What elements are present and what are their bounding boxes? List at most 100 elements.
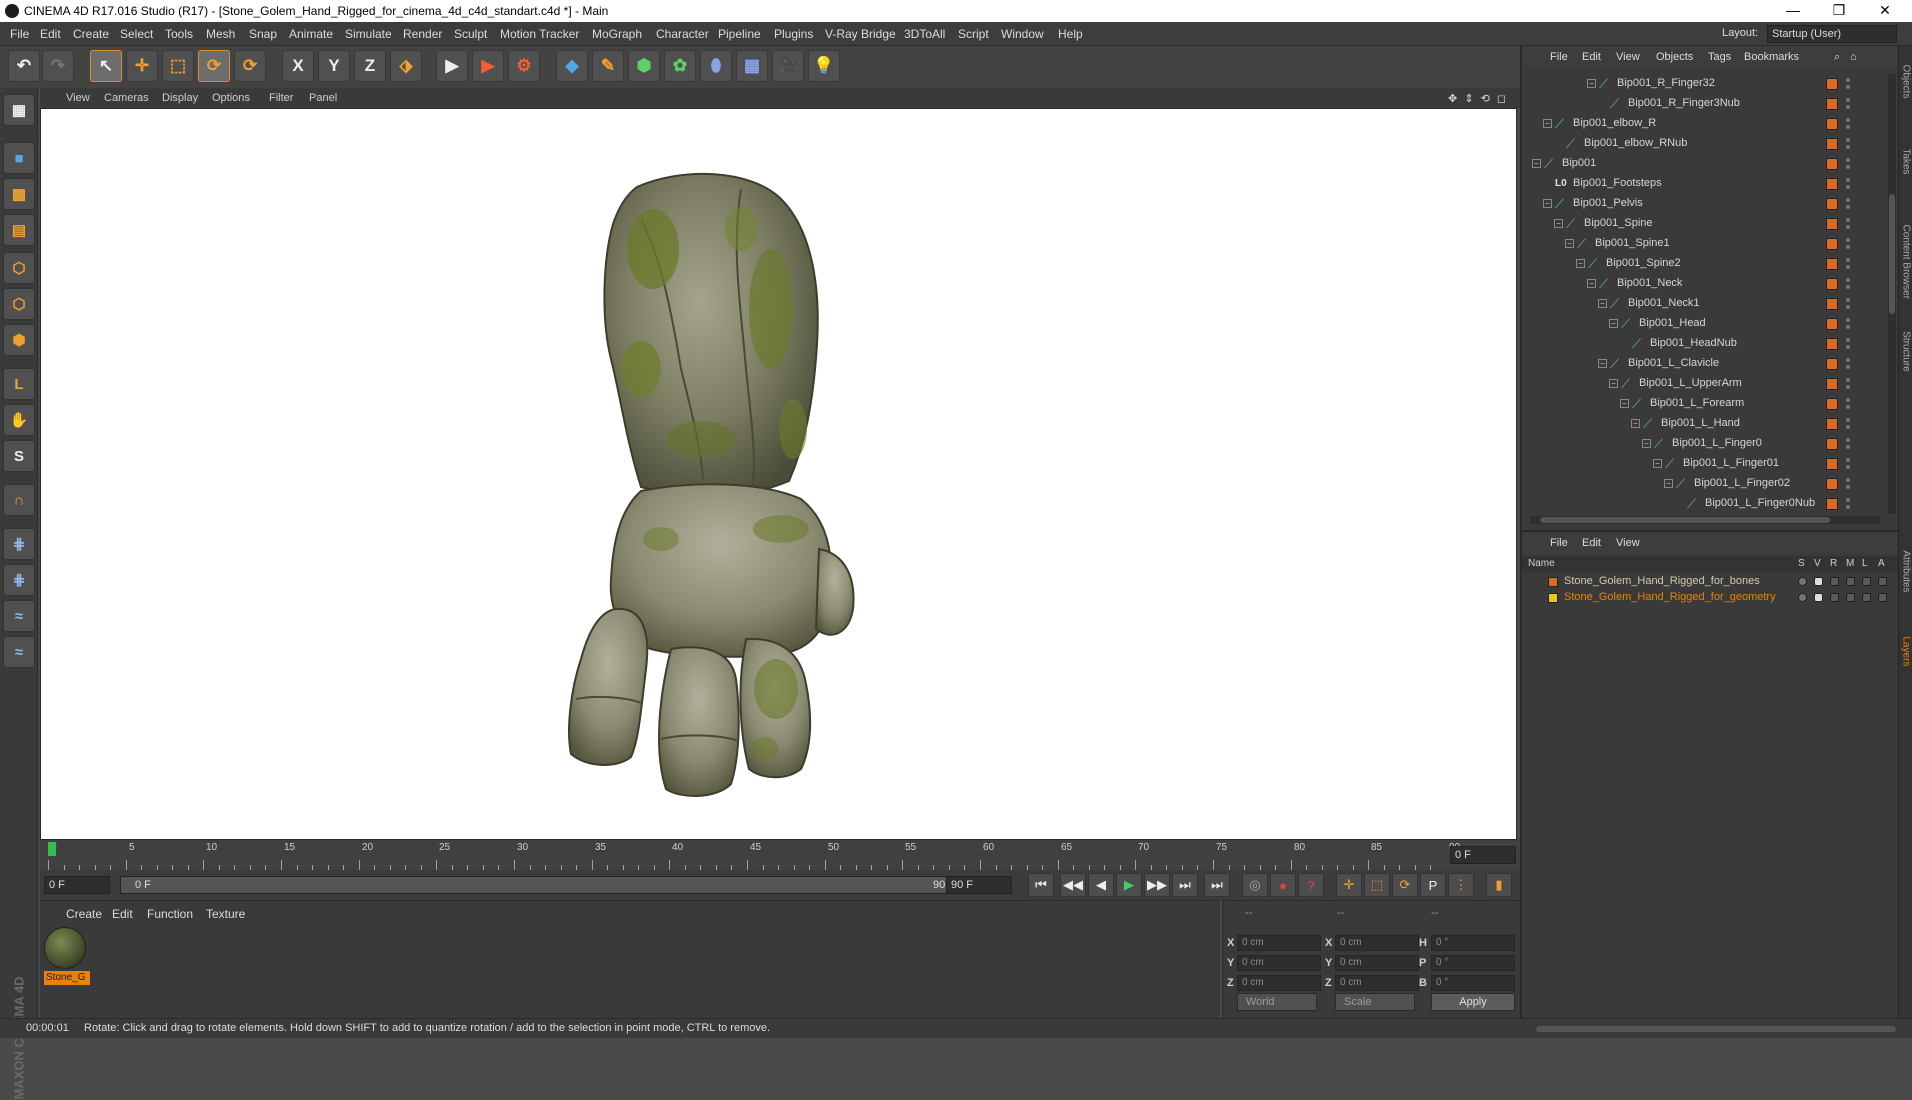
visibility-dots-icon[interactable] (1846, 497, 1850, 511)
menu-plugins[interactable]: Plugins (774, 27, 813, 41)
visibility-dots-icon[interactable] (1846, 197, 1850, 211)
scale-tool-icon[interactable]: ⬚ (162, 50, 194, 82)
tab-layers[interactable]: Layers (1901, 625, 1912, 679)
collapse-toggle-icon[interactable]: − (1609, 379, 1618, 388)
live-selection-icon[interactable]: ↖ (90, 50, 122, 82)
object-tree-row[interactable]: − ⟋ Bip001_L_Finger0 (1522, 434, 1888, 454)
collapse-toggle-icon[interactable]: − (1587, 79, 1596, 88)
tab-takes[interactable]: Takes (1901, 135, 1912, 189)
visibility-dots-icon[interactable] (1846, 257, 1850, 271)
redo-icon[interactable]: ↷ (42, 50, 74, 82)
layer-color-swatch[interactable] (1826, 398, 1838, 410)
material-swatch[interactable]: Stone_G (44, 927, 90, 985)
object-tree-row[interactable]: − ⟋ Bip001 (1522, 154, 1888, 174)
object-menu-view[interactable]: View (1616, 51, 1640, 63)
layer-visible-icon[interactable] (1814, 593, 1823, 602)
viewport-menu-view[interactable]: View (66, 92, 90, 104)
viewport-menu-cameras[interactable]: Cameras (104, 92, 149, 104)
layer-color-swatch[interactable] (1826, 238, 1838, 250)
material-menu-create[interactable]: Create (66, 907, 102, 921)
play-forward-icon[interactable]: ▶ (1116, 873, 1142, 897)
tab-objects[interactable]: Objects (1901, 55, 1912, 109)
menu-simulate[interactable]: Simulate (345, 27, 392, 41)
object-menu-objects[interactable]: Objects (1656, 51, 1693, 63)
menu-script[interactable]: Script (958, 27, 989, 41)
collapse-toggle-icon[interactable]: − (1598, 299, 1607, 308)
layer-color-swatch[interactable] (1826, 458, 1838, 470)
menu-sculpt[interactable]: Sculpt (454, 27, 487, 41)
record-keys-icon[interactable]: ◎ (1242, 873, 1268, 897)
edges-mode-icon[interactable]: ⬡ (3, 288, 35, 320)
light-icon[interactable]: 💡 (808, 50, 840, 82)
visibility-dots-icon[interactable] (1846, 77, 1850, 91)
layer-color-swatch[interactable] (1826, 138, 1838, 150)
menu-window[interactable]: Window (1001, 27, 1044, 41)
layer-lock-icon[interactable] (1862, 593, 1871, 602)
menu-snap[interactable]: Snap (249, 27, 277, 41)
visibility-dots-icon[interactable] (1846, 237, 1850, 251)
current-frame-field[interactable]: 0 F (1450, 846, 1516, 864)
object-tree-row[interactable]: − ⟋ Bip001_Neck (1522, 274, 1888, 294)
go-to-end-icon[interactable]: ⏭ (1204, 873, 1230, 897)
layer-row[interactable]: Stone_Golem_Hand_Rigged_for_bones (1522, 574, 1898, 590)
next-frame-icon[interactable]: ▶▶ (1144, 873, 1170, 897)
menu-render[interactable]: Render (403, 27, 442, 41)
layer-color-swatch[interactable] (1826, 158, 1838, 170)
render-settings-icon[interactable]: ⚙ (508, 50, 540, 82)
object-tree-row[interactable]: − ⟋ Bip001_R_Finger32 (1522, 74, 1888, 94)
material-menu-function[interactable]: Function (147, 907, 193, 921)
menu-motion-tracker[interactable]: Motion Tracker (500, 27, 579, 41)
collapse-toggle-icon[interactable]: − (1543, 119, 1552, 128)
object-tree-row[interactable]: ⟋ Bip001_HeadNub (1522, 334, 1888, 354)
collapse-toggle-icon[interactable]: − (1653, 459, 1662, 468)
layer-lock-icon[interactable] (1862, 577, 1871, 586)
visibility-dots-icon[interactable] (1846, 277, 1850, 291)
lock-y-axis-icon[interactable]: Y (318, 50, 350, 82)
autokey-icon[interactable]: ● (1270, 873, 1296, 897)
previous-frame-icon[interactable]: ◀ (1088, 873, 1114, 897)
layer-solo-icon[interactable] (1798, 577, 1807, 586)
model-mode-icon[interactable]: ■ (3, 142, 35, 174)
layer-row[interactable]: Stone_Golem_Hand_Rigged_for_geometry (1522, 590, 1898, 606)
layer-render-icon[interactable] (1830, 593, 1839, 602)
rotation-h-field[interactable]: 0 ° (1431, 935, 1515, 951)
viewport-menu-filter[interactable]: Filter (269, 92, 293, 104)
texture-mode-icon[interactable]: ▩ (3, 178, 35, 210)
visibility-dots-icon[interactable] (1846, 337, 1850, 351)
material-menu-edit[interactable]: Edit (112, 907, 133, 921)
move-tool-icon[interactable]: ✛ (126, 50, 158, 82)
tab-structure[interactable]: Structure (1901, 325, 1912, 379)
collapse-toggle-icon[interactable]: − (1598, 359, 1607, 368)
start-frame-field[interactable]: 0 F (44, 876, 110, 894)
previous-key-icon[interactable]: ◀◀ (1060, 873, 1086, 897)
layout-dropdown[interactable]: Startup (User) (1767, 25, 1897, 43)
layer-menu-view[interactable]: View (1616, 537, 1640, 549)
cube-primitive-icon[interactable]: ◆ (556, 50, 588, 82)
viewport-menu-options[interactable]: Options (212, 92, 250, 104)
layer-color-swatch[interactable] (1826, 118, 1838, 130)
right-panel-scrollbar[interactable] (1520, 1018, 1912, 1038)
collapse-toggle-icon[interactable]: − (1631, 419, 1640, 428)
collapse-toggle-icon[interactable]: − (1609, 319, 1618, 328)
menu-animate[interactable]: Animate (289, 27, 333, 41)
layer-animation-icon[interactable] (1878, 593, 1887, 602)
object-menu-edit[interactable]: Edit (1582, 51, 1601, 63)
key-position-icon[interactable]: ✛ (1336, 873, 1362, 897)
lock-x-axis-icon[interactable]: X (282, 50, 314, 82)
object-tree-row[interactable]: − ⟋ Bip001_Spine (1522, 214, 1888, 234)
size-mode-dropdown[interactable]: Scale (1335, 993, 1415, 1011)
visibility-dots-icon[interactable] (1846, 417, 1850, 431)
viewport-menu-display[interactable]: Display (162, 92, 198, 104)
collapse-toggle-icon[interactable]: − (1587, 279, 1596, 288)
layer-color-swatch[interactable] (1826, 418, 1838, 430)
visibility-dots-icon[interactable] (1846, 397, 1850, 411)
go-to-start-icon[interactable]: ⏮ (1028, 873, 1054, 897)
cloner-array-icon[interactable]: ✿ (664, 50, 696, 82)
menu-select[interactable]: Select (120, 27, 153, 41)
planar-workplane-icon[interactable]: ⋕ (3, 564, 35, 596)
next-key-icon[interactable]: ⏭ (1172, 873, 1198, 897)
viewport-menu-panel[interactable]: Panel (309, 92, 337, 104)
minimize-button[interactable]: — (1770, 0, 1816, 22)
layer-manager-icon[interactable] (1846, 593, 1855, 602)
layer-visible-icon[interactable] (1814, 577, 1823, 586)
